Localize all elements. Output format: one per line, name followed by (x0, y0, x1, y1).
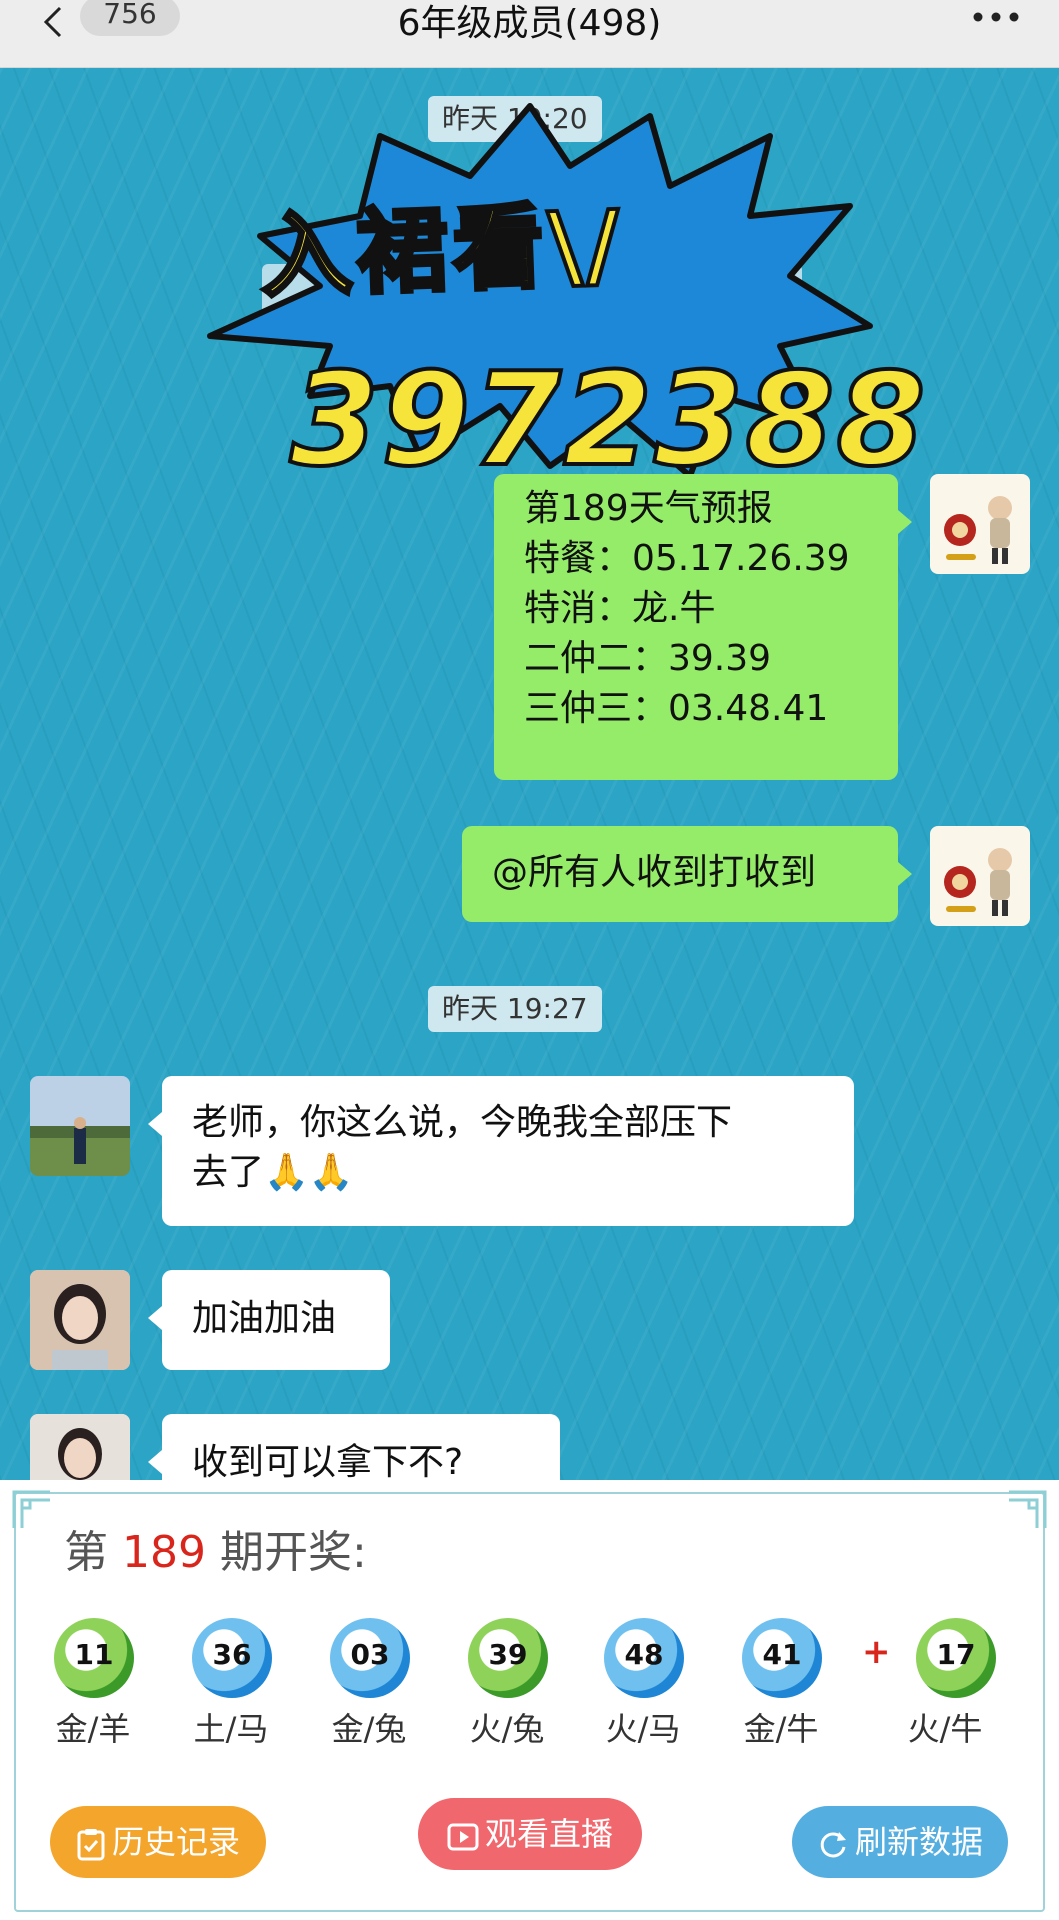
promo-line-1: 入裙看\/ (257, 189, 628, 313)
ball-number: 48 (624, 1638, 664, 1671)
incoming-message[interactable]: 老师，你这么说，今晚我全部压下 去了🙏🙏 (162, 1076, 854, 1226)
ball-label: 金/牛 (743, 1710, 819, 1748)
avatar[interactable] (30, 1076, 130, 1176)
lottery-ball: 11 (54, 1618, 134, 1698)
draw-title-prefix: 第 (64, 1527, 108, 1578)
mention-text: @所有人收到打收到 (492, 852, 817, 893)
live-label: 观看直播 (484, 1815, 613, 1853)
forecast-bubble[interactable]: 第189天气预报 特餐：05.17.26.39 特消：龙.牛 二仲二：39.39… (494, 474, 898, 780)
refresh-label: 刷新数据 (854, 1823, 983, 1861)
message-text: 老师，你这么说，今晚我全部压下 (192, 1102, 733, 1143)
bubble-tail (148, 1306, 162, 1330)
ball-label: 火/马 (605, 1710, 681, 1748)
ball-number: 36 (212, 1638, 252, 1671)
avatar[interactable] (930, 826, 1030, 926)
forecast-line: 特消：龙.牛 (524, 588, 716, 629)
refresh-button[interactable]: 刷新数据 (792, 1806, 1008, 1878)
message-text: 收到可以拿下不? (192, 1442, 464, 1480)
ball-label: 火/牛 (907, 1710, 983, 1748)
forecast-line: 特餐：05.17.26.39 (524, 538, 850, 579)
avatar[interactable] (30, 1270, 130, 1370)
message-text: 加油加油 (192, 1298, 337, 1339)
lottery-ball: 03 (330, 1618, 410, 1698)
incoming-message[interactable]: 收到可以拿下不? (162, 1414, 560, 1480)
special-ball: 17 (916, 1618, 996, 1698)
draw-title-suffix: 期开奖: (219, 1527, 367, 1578)
message-text: 去了🙏🙏 (192, 1152, 354, 1193)
lottery-ball: 48 (604, 1618, 684, 1698)
ball-label: 火/兔 (469, 1710, 545, 1748)
chat-area[interactable]: 昨天 19:20 入裙看\/ 3972388 第189天气预报 特餐：05.17… (0, 68, 1059, 1480)
ball-number: 03 (350, 1638, 390, 1671)
clipboard-icon (77, 1829, 105, 1861)
forecast-line: 第189天气预报 (524, 488, 773, 529)
lottery-ball: 39 (468, 1618, 548, 1698)
promo-overlay: 入裙看\/ 3972388 (170, 96, 927, 497)
ball-label: 土/马 (193, 1710, 269, 1748)
forecast-line: 三仲三：03.48.41 (524, 688, 829, 729)
video-play-icon (447, 1823, 479, 1851)
page-title: 6年级成员(498) (397, 3, 662, 44)
lottery-ball: 36 (192, 1618, 272, 1698)
avatar[interactable] (930, 474, 1030, 574)
history-label: 历史记录 (111, 1823, 240, 1861)
chat-header: 756 6年级成员(498) (0, 0, 1059, 68)
draw-title: 第 189 期开奖: (64, 1516, 367, 1580)
corner-ornament (1009, 1490, 1047, 1528)
mention-bubble[interactable]: @所有人收到打收到 (462, 826, 898, 922)
history-button[interactable]: 历史记录 (50, 1806, 266, 1878)
refresh-icon (820, 1832, 846, 1858)
promo-line-2: 3972388 (288, 344, 928, 497)
ball-number: 39 (488, 1638, 528, 1671)
bubble-tail (148, 1112, 162, 1136)
more-icon[interactable] (973, 12, 1019, 22)
avatar[interactable] (30, 1414, 130, 1480)
bubble-tail (898, 510, 912, 534)
ball-number: 41 (762, 1638, 802, 1671)
incoming-message[interactable]: 加油加油 (162, 1270, 390, 1370)
bubble-tail (898, 862, 912, 886)
draw-period: 189 (122, 1527, 206, 1578)
ball-number: 11 (74, 1638, 114, 1671)
ball-number: 17 (936, 1638, 976, 1671)
bubble-tail (148, 1450, 162, 1474)
plus-sign: + (862, 1632, 891, 1672)
forecast-line: 二仲二：39.39 (524, 638, 772, 679)
ball-label: 金/羊 (55, 1710, 131, 1748)
lottery-ball: 41 (742, 1618, 822, 1698)
live-button[interactable]: 观看直播 (418, 1798, 642, 1870)
draw-panel: 第 189 期开奖: 11 金/羊 36 土/马 03 金/兔 39 火/兔 4… (0, 1480, 1059, 1920)
corner-ornament (12, 1490, 50, 1528)
timestamp: 昨天 19:27 (428, 986, 602, 1032)
ball-label: 金/兔 (331, 1710, 407, 1748)
